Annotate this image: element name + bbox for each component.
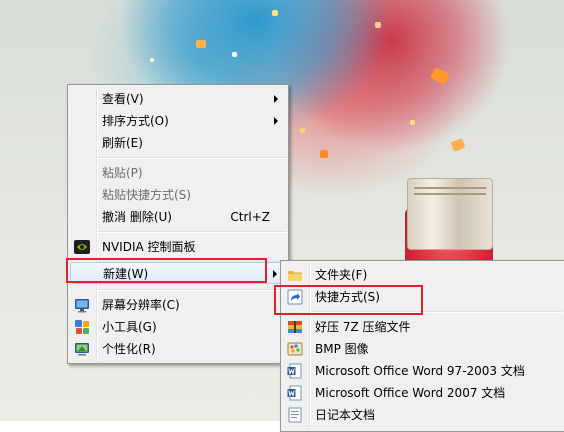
submenu-item-shortcut[interactable]: 快捷方式(S) bbox=[283, 286, 563, 308]
menu-item-undo-delete[interactable]: 撤消 删除(U) Ctrl+Z bbox=[70, 206, 286, 228]
menu-item-label: 快捷方式(S) bbox=[315, 290, 380, 304]
menu-item-new[interactable]: 新建(W) bbox=[70, 262, 286, 284]
gadgets-icon bbox=[74, 319, 90, 335]
wallpaper-spark bbox=[196, 40, 206, 48]
submenu-item-bmp-image[interactable]: BMP 图像 bbox=[283, 338, 563, 360]
monitor-icon bbox=[74, 297, 90, 313]
menu-item-label: 屏幕分辨率(C) bbox=[102, 298, 180, 312]
menu-item-label: Microsoft Office Word 97-2003 文档 bbox=[315, 364, 525, 378]
personalize-icon bbox=[74, 341, 90, 357]
menu-item-label: 好压 7Z 压缩文件 bbox=[315, 320, 411, 334]
submenu-item-folder[interactable]: 文件夹(F) bbox=[283, 264, 563, 286]
submenu-item-text-document[interactable]: 日记本文档 bbox=[283, 404, 563, 426]
menu-separator bbox=[98, 157, 286, 159]
menu-item-nvidia-control-panel[interactable]: NVIDIA 控制面板 bbox=[70, 236, 286, 258]
word-icon bbox=[287, 363, 303, 379]
menu-item-label: NVIDIA 控制面板 bbox=[102, 240, 196, 254]
menu-item-label: 粘贴快捷方式(S) bbox=[102, 188, 191, 202]
desktop-context-menu: 查看(V) 排序方式(O) 刷新(E) 粘贴(P) 粘贴快捷方式(S) 撤消 删… bbox=[67, 84, 289, 364]
menu-item-paste[interactable]: 粘贴(P) bbox=[70, 162, 286, 184]
wallpaper-spark bbox=[410, 120, 415, 125]
menu-separator bbox=[98, 289, 286, 291]
menu-item-gadgets[interactable]: 小工具(G) bbox=[70, 316, 286, 338]
wallpaper-spark bbox=[320, 150, 328, 158]
menu-item-sort-by[interactable]: 排序方式(O) bbox=[70, 110, 286, 132]
menu-item-label: 刷新(E) bbox=[102, 136, 143, 150]
menu-item-shortcut: Ctrl+Z bbox=[230, 210, 270, 224]
archive-icon bbox=[287, 319, 303, 335]
menu-separator bbox=[98, 231, 286, 233]
menu-item-label: 小工具(G) bbox=[102, 320, 157, 334]
wallpaper-spark bbox=[150, 58, 154, 62]
menu-item-label: 个性化(R) bbox=[102, 342, 156, 356]
folder-icon bbox=[287, 267, 303, 283]
submenu-item-word-97-2003[interactable]: Microsoft Office Word 97-2003 文档 bbox=[283, 360, 563, 382]
menu-item-view[interactable]: 查看(V) bbox=[70, 88, 286, 110]
wallpaper-spark bbox=[450, 138, 466, 152]
menu-item-label: 查看(V) bbox=[102, 92, 144, 106]
menu-item-label: 撤消 删除(U) bbox=[102, 210, 172, 224]
wallpaper-spark bbox=[430, 67, 450, 85]
submenu-arrow-icon bbox=[273, 270, 277, 278]
menu-item-refresh[interactable]: 刷新(E) bbox=[70, 132, 286, 154]
menu-item-screen-resolution[interactable]: 屏幕分辨率(C) bbox=[70, 294, 286, 316]
menu-item-label: 粘贴(P) bbox=[102, 166, 143, 180]
submenu-arrow-icon bbox=[274, 95, 278, 103]
submenu-item-word-2007[interactable]: Microsoft Office Word 2007 文档 bbox=[283, 382, 563, 404]
submenu-item-7z-archive[interactable]: 好压 7Z 压缩文件 bbox=[283, 316, 563, 338]
wallpaper-spark bbox=[232, 52, 237, 57]
wallpaper-spark bbox=[375, 22, 381, 28]
menu-item-paste-shortcut[interactable]: 粘贴快捷方式(S) bbox=[70, 184, 286, 206]
submenu-arrow-icon bbox=[274, 117, 278, 125]
new-submenu: 文件夹(F) 快捷方式(S) 好压 7Z 压缩文件 BMP 图像 Microso… bbox=[280, 260, 564, 432]
menu-separator bbox=[311, 311, 563, 313]
menu-item-label: 文件夹(F) bbox=[315, 268, 368, 282]
menu-item-label: 排序方式(O) bbox=[102, 114, 169, 128]
wallpaper-spark bbox=[272, 10, 278, 16]
menu-item-label: 新建(W) bbox=[103, 267, 149, 281]
bottle-neck bbox=[407, 178, 493, 250]
paint-icon bbox=[287, 341, 303, 357]
menu-item-label: BMP 图像 bbox=[315, 342, 369, 356]
menu-item-label: Microsoft Office Word 2007 文档 bbox=[315, 386, 506, 400]
nvidia-icon bbox=[74, 239, 90, 255]
menu-item-label: 日记本文档 bbox=[315, 408, 376, 422]
menu-item-personalize[interactable]: 个性化(R) bbox=[70, 338, 286, 360]
wallpaper-spark bbox=[300, 128, 305, 133]
word-icon bbox=[287, 385, 303, 401]
shortcut-icon bbox=[287, 289, 303, 305]
